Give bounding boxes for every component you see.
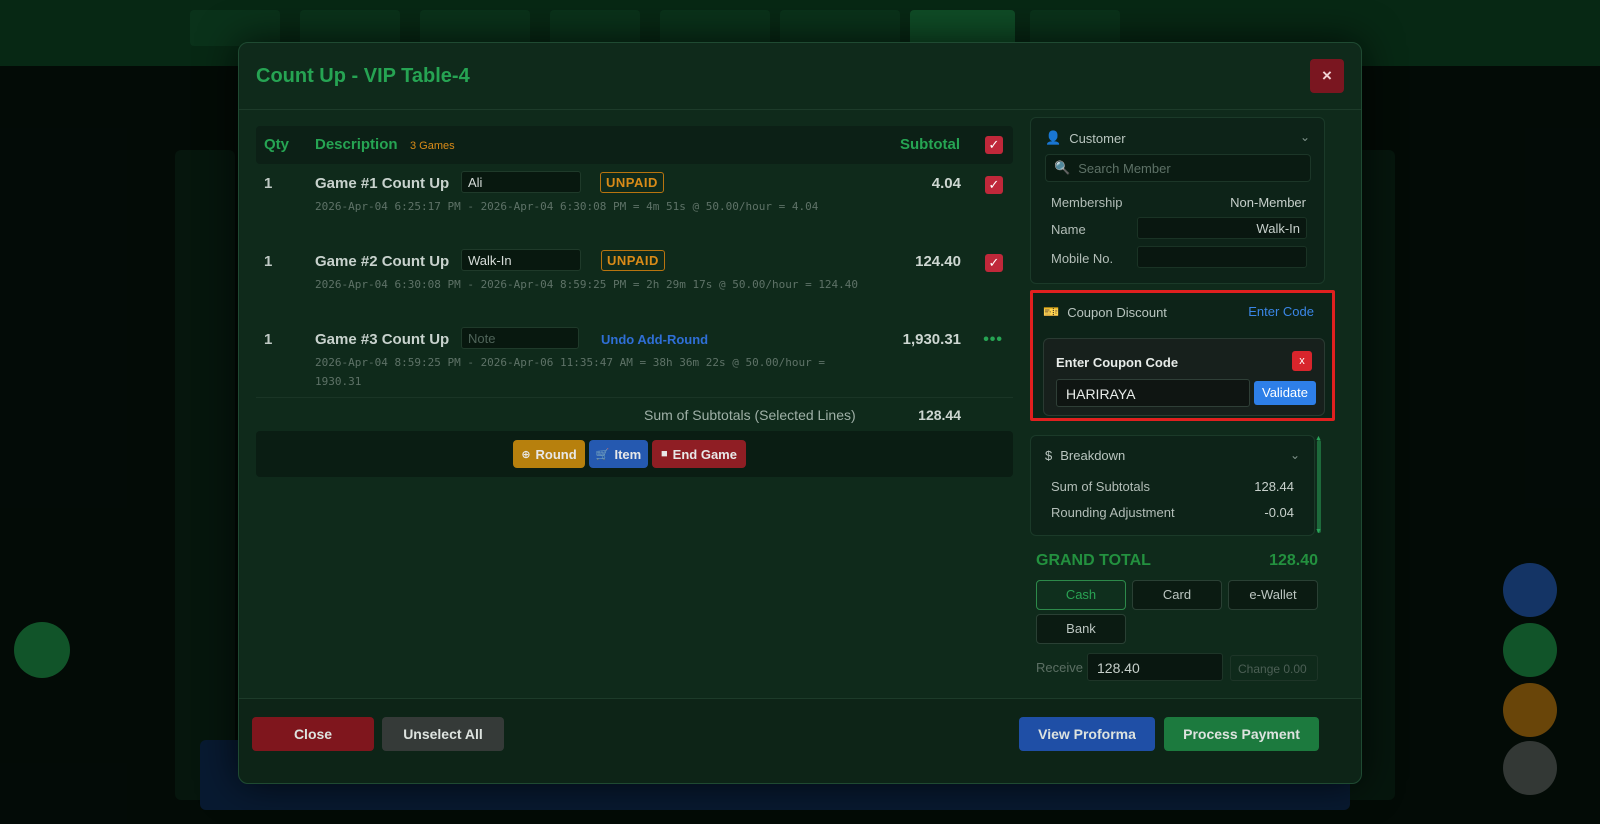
breakdown-sum-value: 128.44 xyxy=(1254,479,1294,494)
round-button-label: Round xyxy=(535,446,577,462)
row-game-name: Game #2 Count Up xyxy=(315,253,450,270)
end-game-button-label: End Game xyxy=(672,446,737,462)
row-checkbox[interactable]: ✓ xyxy=(985,254,1003,272)
game-action-bar: ⊕ Round 🛒 Item ■ End Game xyxy=(256,431,1013,477)
description-header: Description xyxy=(315,136,398,153)
customer-title-label: Customer xyxy=(1069,130,1126,146)
row-note-field[interactable]: Note xyxy=(461,327,579,349)
breakdown-title[interactable]: $ Breakdown xyxy=(1045,448,1125,463)
mobile-field[interactable] xyxy=(1137,246,1307,268)
row-game-name: Game #3 Count Up xyxy=(315,331,450,348)
row-player-field[interactable]: Ali xyxy=(461,171,581,193)
modal-footer: Close Unselect All View Proforma Process… xyxy=(239,698,1361,783)
view-proforma-button[interactable]: View Proforma xyxy=(1019,717,1155,751)
modal-header: Count Up - VIP Table-4 × xyxy=(239,43,1361,110)
unselect-all-button[interactable]: Unselect All xyxy=(382,717,504,751)
row-player-field[interactable]: Walk-In xyxy=(461,249,581,271)
row-detail: 2026-Apr-04 6:30:08 PM - 2026-Apr-04 8:5… xyxy=(315,278,859,291)
sum-label: Sum of Subtotals (Selected Lines) xyxy=(644,407,856,423)
name-label: Name xyxy=(1051,222,1086,237)
grand-total-value: 128.40 xyxy=(1269,552,1318,569)
status-badge: UNPAID xyxy=(600,172,664,193)
table-row: 1 Game #1 Count Up Ali UNPAID 2026-Apr-0… xyxy=(256,169,1013,235)
process-payment-button[interactable]: Process Payment xyxy=(1164,717,1319,751)
status-badge: UNPAID xyxy=(601,250,665,271)
row-subtotal: 1,930.31 xyxy=(902,331,961,348)
row-detail: 2026-Apr-04 6:25:17 PM - 2026-Apr-04 6:3… xyxy=(315,200,819,213)
table-row: 1 Game #3 Count Up Note Undo Add-Round 2… xyxy=(256,325,1013,391)
row-subtotal: 124.40 xyxy=(915,253,961,270)
chevron-down-icon[interactable]: ⌄ xyxy=(1300,130,1310,144)
round-button[interactable]: ⊕ Round xyxy=(513,440,585,468)
search-icon: 🔍 xyxy=(1054,160,1071,175)
close-button[interactable]: Close xyxy=(252,717,374,751)
membership-value: Non-Member xyxy=(1230,195,1306,210)
user-icon: 👤 xyxy=(1045,130,1062,145)
name-field[interactable]: Walk-In xyxy=(1137,217,1307,239)
mobile-label: Mobile No. xyxy=(1051,251,1114,266)
select-all-checkbox[interactable]: ✓ xyxy=(985,136,1003,154)
row-qty: 1 xyxy=(264,253,273,270)
row-detail: 2026-Apr-04 8:59:25 PM - 2026-Apr-06 11:… xyxy=(315,356,825,388)
change-display: Change 0.00 xyxy=(1230,655,1318,681)
plus-circle-icon: ⊕ xyxy=(521,448,531,461)
item-button[interactable]: 🛒 Item xyxy=(589,440,648,468)
qty-header: Qty xyxy=(264,136,290,153)
search-placeholder: Search Member xyxy=(1078,160,1171,176)
payment-card-button[interactable]: Card xyxy=(1132,580,1222,610)
grand-total-label: GRAND TOTAL xyxy=(1036,552,1151,569)
customer-card: 👤 Customer ⌄ 🔍 Search Member Membership … xyxy=(1030,117,1325,284)
item-button-label: Item xyxy=(614,446,642,462)
chevron-down-icon[interactable]: ⌄ xyxy=(1290,448,1300,462)
table-header: Qty Description 3 Games Subtotal ✓ xyxy=(256,126,1013,164)
row-subtotal: 4.04 xyxy=(931,175,961,192)
row-checkbox[interactable]: ✓ xyxy=(985,176,1003,194)
undo-add-round-link[interactable]: Undo Add-Round xyxy=(601,332,708,347)
subtotal-sum-row: Sum of Subtotals (Selected Lines) 128.44 xyxy=(256,397,1013,429)
receive-label: Receive xyxy=(1036,660,1083,675)
more-options-icon[interactable]: ••• xyxy=(983,331,1003,349)
search-member-input[interactable]: 🔍 Search Member xyxy=(1045,154,1311,182)
breakdown-title-label: Breakdown xyxy=(1060,448,1126,463)
row-qty: 1 xyxy=(264,175,273,192)
games-count-badge: 3 Games xyxy=(410,140,455,152)
close-icon[interactable]: × xyxy=(1310,59,1344,93)
end-game-button[interactable]: ■ End Game xyxy=(652,440,746,468)
payment-cash-button[interactable]: Cash xyxy=(1036,580,1126,610)
rounding-value: -0.04 xyxy=(1264,505,1294,520)
dollar-icon: $ xyxy=(1045,448,1053,463)
subtotal-header: Subtotal xyxy=(900,136,960,153)
breakdown-card: $ Breakdown ⌄ Sum of Subtotals 128.44 Ro… xyxy=(1030,435,1315,536)
table-row: 1 Game #2 Count Up Walk-In UNPAID 2026-A… xyxy=(256,247,1013,313)
breakdown-sum-label: Sum of Subtotals xyxy=(1051,479,1150,494)
scrollbar[interactable] xyxy=(1317,440,1321,533)
rounding-label: Rounding Adjustment xyxy=(1051,505,1175,520)
payment-ewallet-button[interactable]: e-Wallet xyxy=(1228,580,1318,610)
modal-title: Count Up - VIP Table-4 xyxy=(256,65,470,87)
stop-icon: ■ xyxy=(661,448,668,460)
sum-value: 128.44 xyxy=(918,407,961,423)
payment-bank-button[interactable]: Bank xyxy=(1036,614,1126,644)
row-game-name: Game #1 Count Up xyxy=(315,175,450,192)
cart-icon: 🛒 xyxy=(595,448,610,461)
customer-title[interactable]: 👤 Customer xyxy=(1045,130,1126,146)
membership-label: Membership xyxy=(1051,195,1123,210)
scroll-down-icon[interactable]: ▼ xyxy=(1315,528,1322,535)
coupon-highlight-box xyxy=(1030,290,1335,421)
row-qty: 1 xyxy=(264,331,273,348)
receive-input[interactable]: 128.40 xyxy=(1087,653,1223,681)
